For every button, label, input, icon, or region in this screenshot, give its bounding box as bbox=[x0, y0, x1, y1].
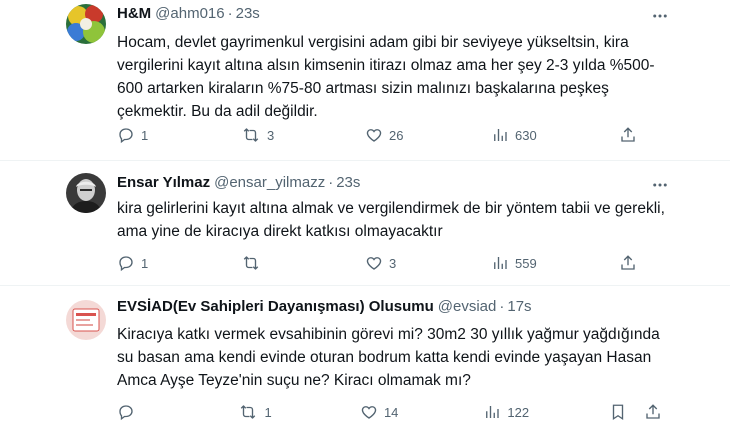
retweet-count: 3 bbox=[267, 127, 275, 143]
views-icon bbox=[483, 403, 501, 421]
tweet-header: H&M @ahm016 · 23s bbox=[117, 5, 260, 22]
retweet-button[interactable]: 3 bbox=[241, 126, 365, 144]
views-count: 630 bbox=[515, 127, 537, 143]
author-name[interactable]: Ensar Yılmaz bbox=[117, 174, 210, 191]
reply-button[interactable]: 1 bbox=[117, 254, 241, 272]
share-button[interactable] bbox=[644, 403, 662, 421]
retweet-icon bbox=[238, 403, 258, 421]
tweet[interactable]: Ensar Yılmaz @ensar_yilmazz · 23s kira g… bbox=[0, 161, 730, 286]
share-icon bbox=[619, 126, 637, 144]
views-icon bbox=[491, 126, 509, 144]
retweet-button[interactable] bbox=[241, 254, 365, 272]
reply-icon bbox=[117, 126, 135, 144]
tweet-text: kira gelirlerini kayıt altına almak ve v… bbox=[117, 200, 665, 240]
reply-count: 1 bbox=[141, 127, 149, 143]
retweet-count: 1 bbox=[264, 404, 272, 420]
author-handle[interactable]: @ensar_yilmazz bbox=[214, 174, 325, 191]
bookmark-button[interactable] bbox=[609, 403, 644, 421]
like-button[interactable]: 14 bbox=[360, 403, 483, 421]
like-button[interactable]: 26 bbox=[365, 126, 491, 144]
bookmark-icon bbox=[609, 403, 627, 421]
reply-button[interactable]: 1 bbox=[117, 126, 241, 144]
reply-button[interactable] bbox=[117, 403, 238, 421]
timestamp[interactable]: 17s bbox=[507, 298, 531, 315]
tweet-actions: 1 3 559 bbox=[117, 254, 662, 272]
separator-dot: · bbox=[227, 5, 233, 22]
more-options-button[interactable] bbox=[650, 6, 670, 26]
views-button[interactable]: 122 bbox=[483, 403, 608, 421]
share-icon bbox=[619, 254, 637, 272]
tweet-header: EVSİAD(Ev Sahipleri Dayanışması) Olusumu… bbox=[117, 298, 532, 315]
separator-dot: · bbox=[328, 174, 334, 191]
tweet-text: Kiracıya katkı vermek evsahibinin görevi… bbox=[117, 326, 660, 389]
tweet[interactable]: H&M @ahm016 · 23s Hocam, devlet gayrimen… bbox=[0, 0, 730, 161]
views-button[interactable]: 559 bbox=[491, 254, 619, 272]
avatar[interactable] bbox=[66, 300, 106, 340]
views-count: 122 bbox=[507, 404, 530, 420]
more-options-button[interactable] bbox=[650, 175, 670, 195]
like-count: 26 bbox=[389, 127, 404, 143]
retweet-icon bbox=[241, 126, 261, 144]
separator-dot: · bbox=[499, 298, 505, 315]
views-icon bbox=[491, 254, 509, 272]
heart-icon bbox=[365, 126, 383, 144]
retweet-button[interactable]: 1 bbox=[238, 403, 359, 421]
author-name[interactable]: H&M bbox=[117, 5, 151, 22]
more-icon bbox=[653, 183, 667, 187]
views-button[interactable]: 630 bbox=[491, 126, 619, 144]
heart-icon bbox=[360, 403, 378, 421]
avatar[interactable] bbox=[66, 4, 106, 44]
more-icon bbox=[653, 14, 667, 18]
tweet-actions: 1 3 26 630 bbox=[117, 126, 662, 144]
like-button[interactable]: 3 bbox=[365, 254, 491, 272]
views-count: 559 bbox=[515, 255, 537, 271]
share-icon bbox=[644, 403, 662, 421]
tweet-header: Ensar Yılmaz @ensar_yilmazz · 23s bbox=[117, 174, 360, 191]
like-count: 3 bbox=[389, 255, 397, 271]
timestamp[interactable]: 23s bbox=[336, 174, 360, 191]
avatar[interactable] bbox=[66, 173, 106, 213]
share-button[interactable] bbox=[619, 254, 637, 272]
tweet-text: Hocam, devlet gayrimenkul vergisini adam… bbox=[117, 34, 655, 120]
reply-icon bbox=[117, 403, 135, 421]
author-name[interactable]: EVSİAD(Ev Sahipleri Dayanışması) Olusumu bbox=[117, 298, 434, 315]
author-handle[interactable]: @ahm016 bbox=[155, 5, 224, 22]
timestamp[interactable]: 23s bbox=[236, 5, 260, 22]
like-count: 14 bbox=[383, 404, 399, 420]
tweet[interactable]: EVSİAD(Ev Sahipleri Dayanışması) Olusumu… bbox=[0, 286, 730, 421]
heart-icon bbox=[365, 254, 383, 272]
retweet-icon bbox=[241, 254, 261, 272]
share-button[interactable] bbox=[619, 126, 637, 144]
tweet-actions: 1 14 122 bbox=[117, 403, 662, 421]
author-handle[interactable]: @evsiad bbox=[438, 298, 497, 315]
reply-icon bbox=[117, 254, 135, 272]
reply-count: 1 bbox=[141, 255, 149, 271]
